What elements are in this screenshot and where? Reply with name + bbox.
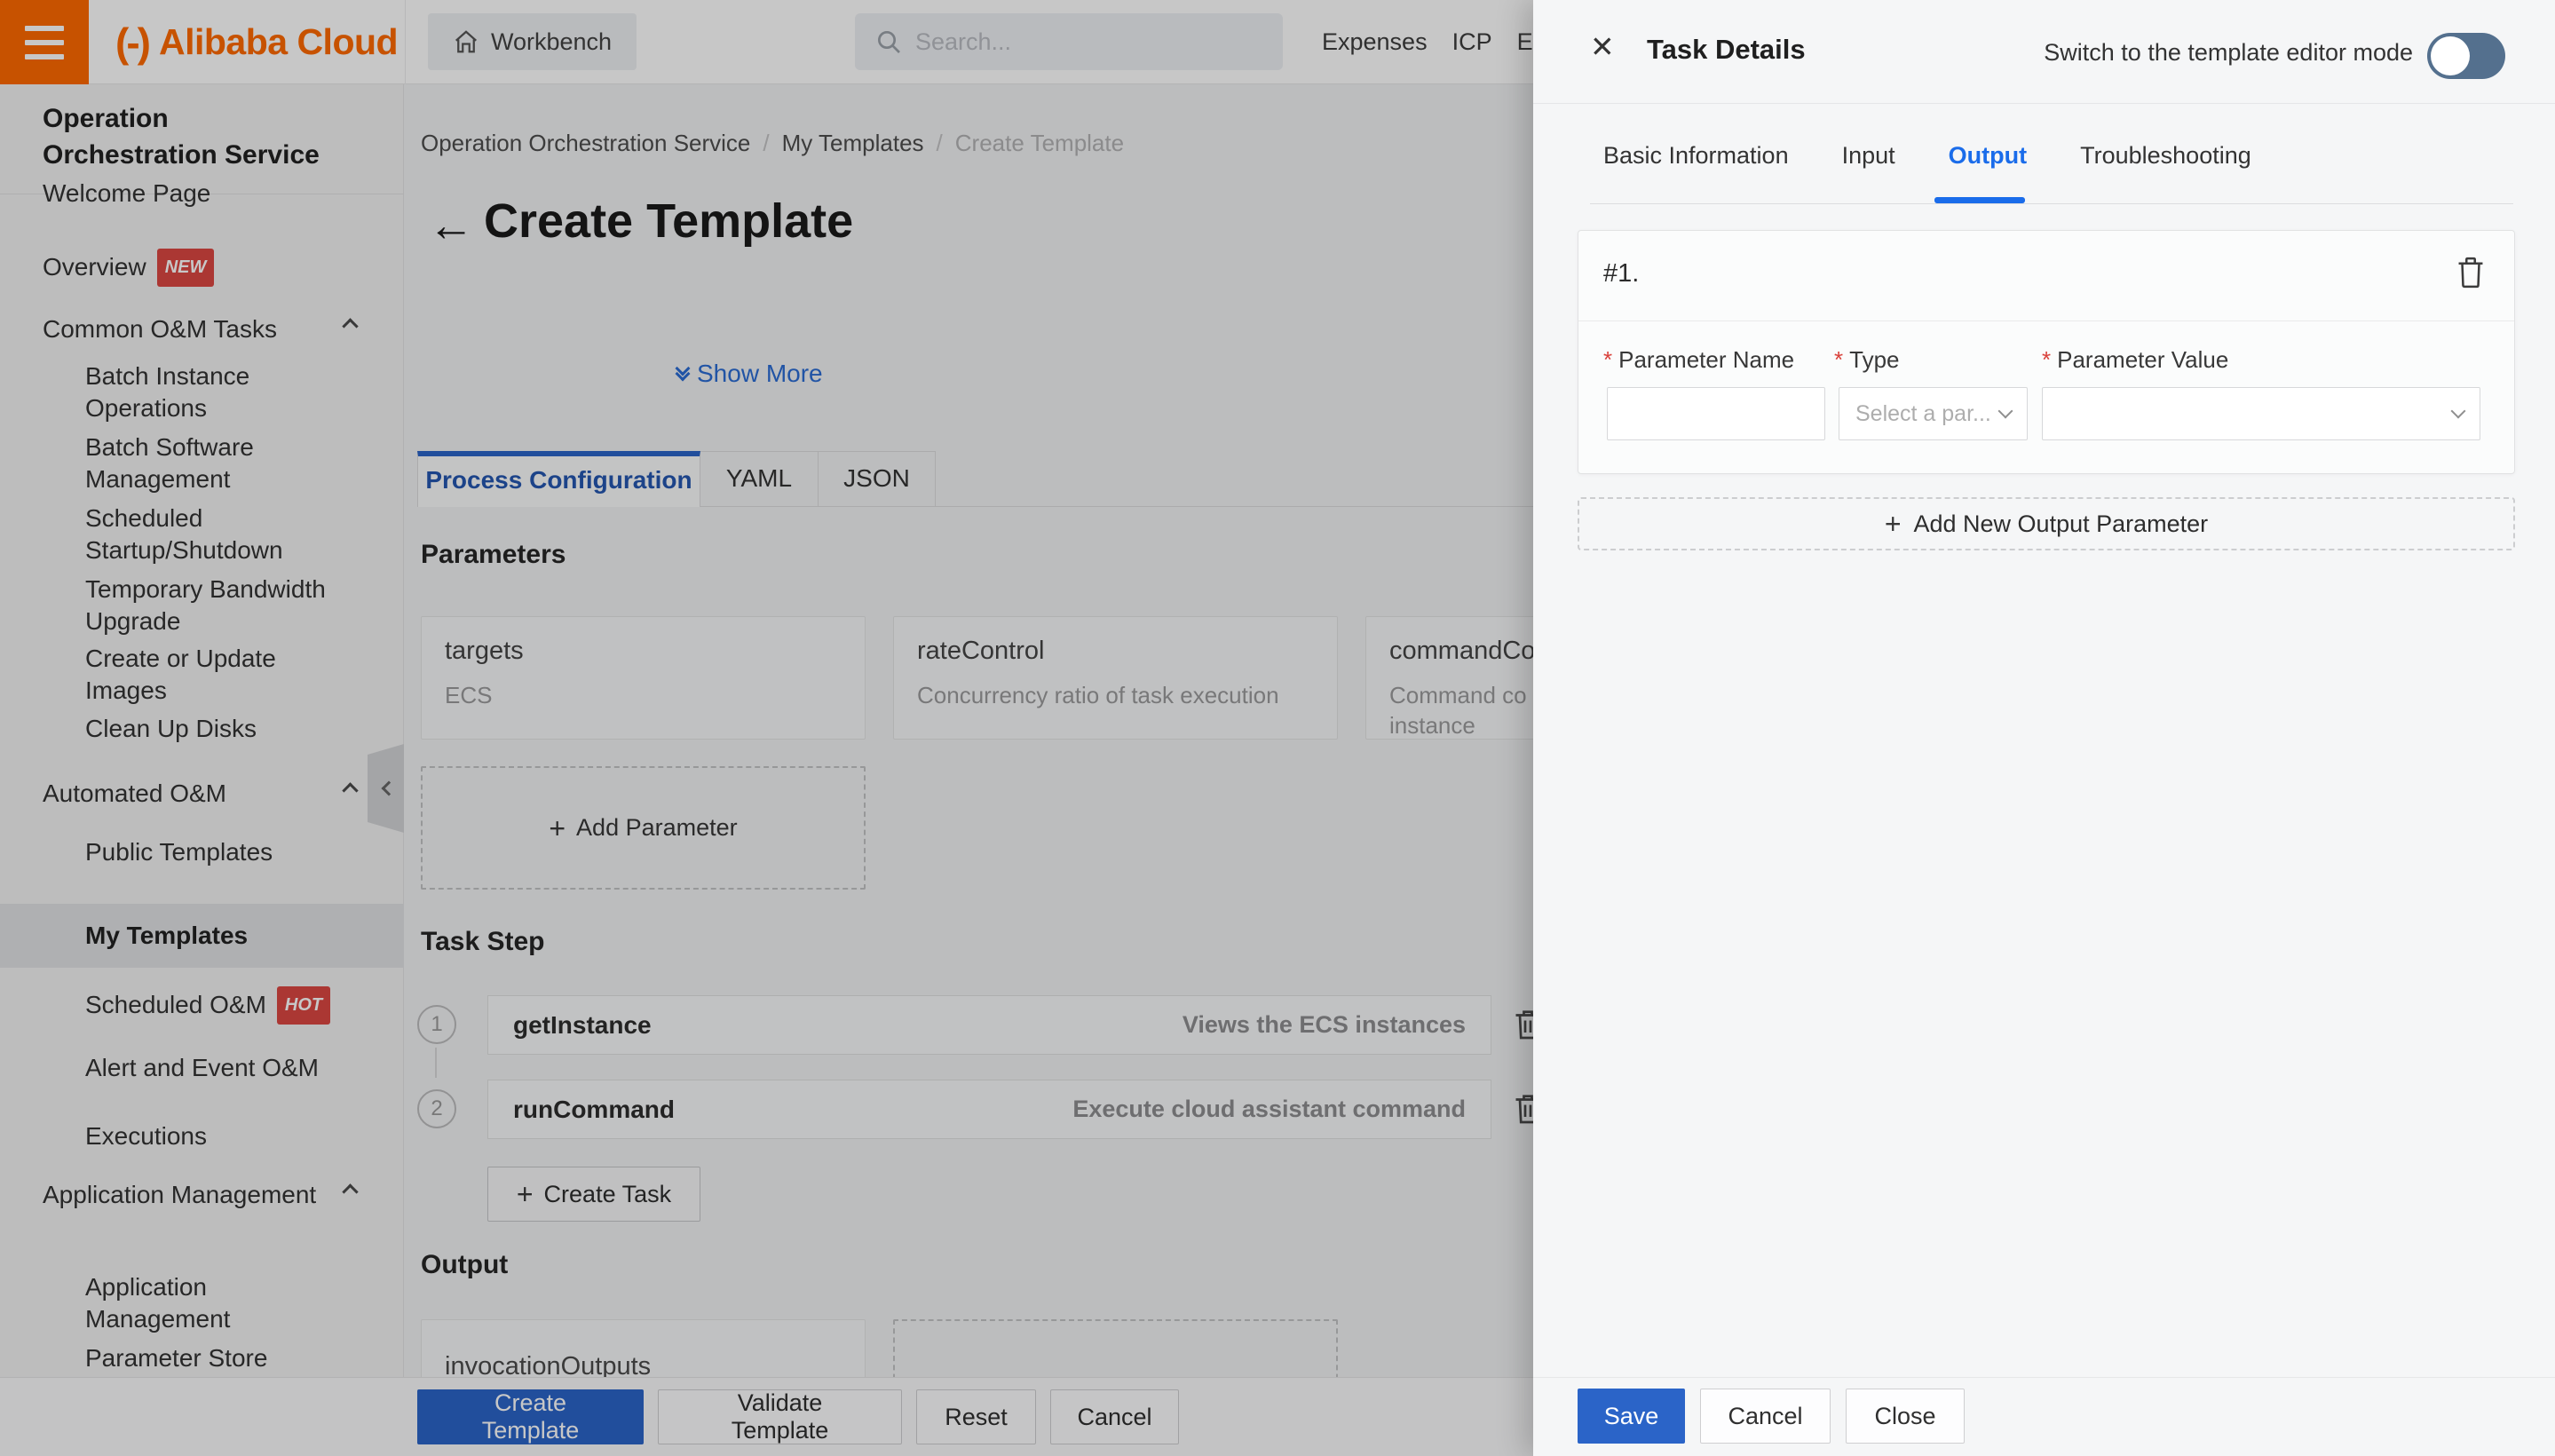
editor-mode-switch-label: Switch to the template editor mode bbox=[2044, 39, 2413, 67]
toggle-knob bbox=[2431, 36, 2470, 75]
tab-output[interactable]: Output bbox=[1949, 142, 2027, 170]
plus-icon: + bbox=[1885, 510, 1902, 538]
parameter-name-label: Parameter Name bbox=[1618, 346, 1794, 373]
output-parameter-card: #1. *Parameter Name *Type *Parameter Val… bbox=[1578, 230, 2515, 474]
drawer-cancel-button[interactable]: Cancel bbox=[1700, 1389, 1831, 1444]
required-asterisk: * bbox=[2042, 346, 2051, 373]
type-select-placeholder: Select a par... bbox=[1855, 401, 1991, 427]
delete-output-parameter-icon[interactable] bbox=[2454, 254, 2488, 291]
drawer-footer-buttons: Save Cancel Close bbox=[1578, 1389, 1965, 1444]
type-label: Type bbox=[1849, 346, 1899, 373]
card-divider bbox=[1578, 320, 2514, 321]
screen: (-) Alibaba Cloud Workbench Expenses ICP… bbox=[0, 0, 2555, 1456]
tab-basic-information[interactable]: Basic Information bbox=[1603, 142, 1789, 170]
drawer-header: ✕ Task Details Switch to the template ed… bbox=[1533, 0, 2555, 104]
required-asterisk: * bbox=[1603, 346, 1612, 373]
add-new-output-parameter-label: Add New Output Parameter bbox=[1914, 510, 2209, 538]
drawer-title: Task Details bbox=[1647, 34, 1806, 66]
parameter-index: #1. bbox=[1603, 259, 1639, 289]
drawer-footer-divider bbox=[1533, 1377, 2555, 1378]
parameter-value-label: Parameter Value bbox=[2057, 346, 2228, 373]
type-select[interactable]: Select a par... bbox=[1839, 387, 2028, 440]
tab-troubleshooting[interactable]: Troubleshooting bbox=[2080, 142, 2251, 170]
parameter-name-input[interactable] bbox=[1607, 387, 1825, 440]
editor-mode-toggle[interactable] bbox=[2427, 33, 2505, 79]
save-button[interactable]: Save bbox=[1578, 1389, 1685, 1444]
chevron-down-icon bbox=[1998, 404, 2013, 419]
task-details-drawer: ✕ Task Details Switch to the template ed… bbox=[1533, 0, 2555, 1456]
chevron-down-icon bbox=[2451, 404, 2466, 419]
required-asterisk: * bbox=[1834, 346, 1843, 373]
drawer-tabs: Basic Information Input Output Troublesh… bbox=[1603, 142, 2251, 170]
drawer-tabs-divider bbox=[1590, 203, 2513, 204]
tab-input[interactable]: Input bbox=[1842, 142, 1895, 170]
parameter-value-select[interactable] bbox=[2042, 387, 2480, 440]
active-tab-underline bbox=[1934, 197, 2025, 203]
drawer-close-button[interactable]: Close bbox=[1846, 1389, 1965, 1444]
add-new-output-parameter-button[interactable]: + Add New Output Parameter bbox=[1578, 497, 2515, 550]
close-icon[interactable]: ✕ bbox=[1590, 32, 1615, 61]
